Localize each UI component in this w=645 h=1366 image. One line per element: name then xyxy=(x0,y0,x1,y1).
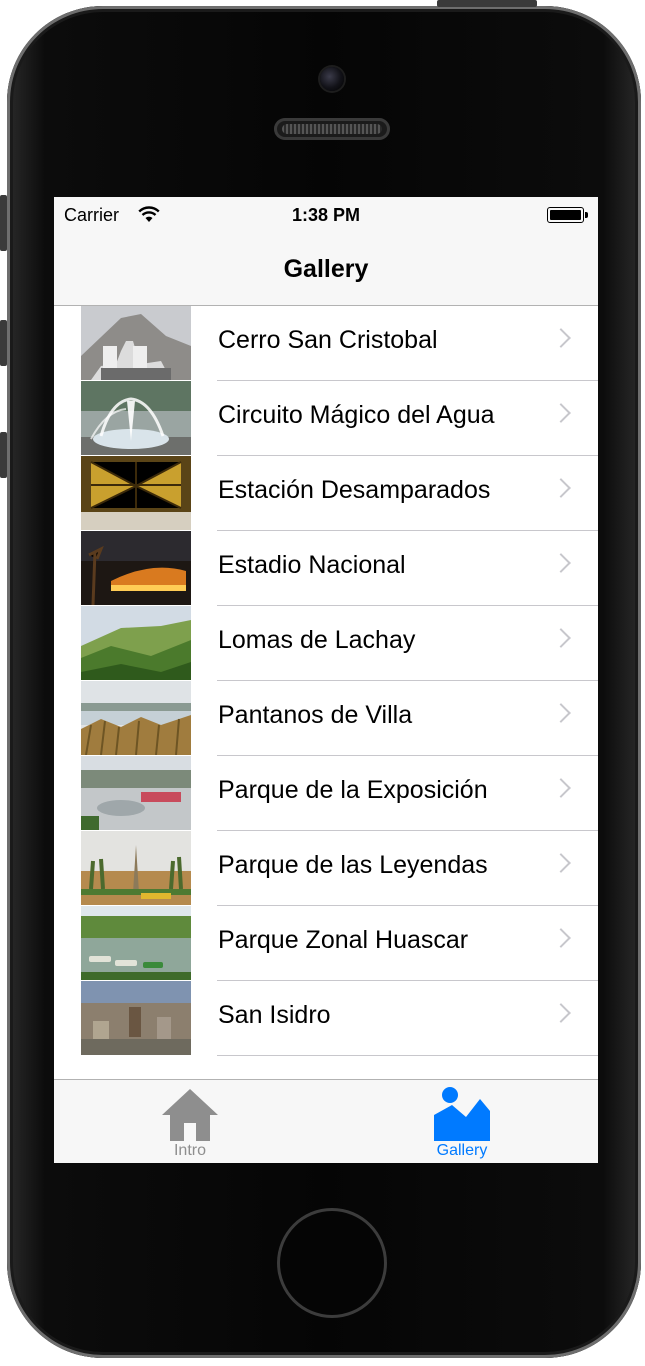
estacion-desamparados-thumbnail xyxy=(81,456,191,530)
table-row[interactable]: Parque Zonal Huascar xyxy=(54,906,598,981)
gallery-table: Cerro San Cristobal Circuito Mágico del … xyxy=(54,306,598,1056)
page-title: Gallery xyxy=(283,255,369,283)
home-icon xyxy=(162,1089,218,1141)
tab-bar: Intro Gallery xyxy=(54,1079,598,1163)
place-label: San Isidro xyxy=(218,1001,331,1029)
table-row[interactable]: Parque de las Leyendas xyxy=(54,831,598,906)
lomas-de-lachay-thumbnail xyxy=(81,606,191,680)
parque-exposicion-thumbnail xyxy=(81,756,191,830)
parque-huascar-thumbnail xyxy=(81,906,191,980)
table-row[interactable]: Circuito Mágico del Agua xyxy=(54,381,598,456)
chevron-right-icon xyxy=(551,928,571,948)
status-time: 1:38 PM xyxy=(291,205,361,225)
power-button xyxy=(437,0,537,7)
tab-label: Intro xyxy=(173,1142,206,1159)
chevron-right-icon xyxy=(551,328,571,348)
home-button[interactable] xyxy=(277,1208,387,1318)
table-row[interactable]: Estadio Nacional xyxy=(54,531,598,606)
volume-up-button xyxy=(0,320,7,366)
place-label: Pantanos de Villa xyxy=(218,701,413,729)
pantanos-de-villa-thumbnail xyxy=(81,681,191,755)
front-camera xyxy=(320,67,344,91)
status-bar: Carrier 1:38 PM xyxy=(54,197,598,235)
row-separator xyxy=(217,1055,598,1056)
chevron-right-icon xyxy=(551,853,571,873)
battery-icon xyxy=(547,207,588,223)
parque-leyendas-thumbnail xyxy=(81,831,191,905)
place-label: Lomas de Lachay xyxy=(218,626,416,654)
place-label: Estación Desamparados xyxy=(218,476,491,504)
place-label: Circuito Mágico del Agua xyxy=(218,401,495,429)
chevron-right-icon xyxy=(551,1003,571,1023)
table-row[interactable]: Parque de la Exposición xyxy=(54,756,598,831)
place-label: Parque Zonal Huascar xyxy=(218,926,469,954)
tab-gallery[interactable]: Gallery xyxy=(326,1080,598,1163)
mute-switch xyxy=(0,195,7,251)
tab-label: Gallery xyxy=(436,1142,488,1159)
chevron-right-icon xyxy=(551,778,571,798)
cerro-san-cristobal-thumbnail xyxy=(81,306,191,380)
screen: Carrier 1:38 PM Gallery Cerro San Cristo… xyxy=(54,197,598,1163)
table-row[interactable]: Cerro San Cristobal xyxy=(54,306,598,381)
chevron-right-icon xyxy=(551,553,571,573)
place-label: Parque de la Exposición xyxy=(218,776,488,804)
estadio-nacional-thumbnail xyxy=(81,531,191,605)
chevron-right-icon xyxy=(551,703,571,723)
navigation-bar: Gallery xyxy=(54,235,598,306)
table-row[interactable]: Estación Desamparados xyxy=(54,456,598,531)
san-isidro-thumbnail xyxy=(81,981,191,1055)
gallery-icon xyxy=(434,1087,490,1141)
place-label: Parque de las Leyendas xyxy=(218,851,488,879)
volume-down-button xyxy=(0,432,7,478)
place-label: Cerro San Cristobal xyxy=(218,326,438,354)
place-label: Estadio Nacional xyxy=(218,551,406,579)
table-row[interactable]: Pantanos de Villa xyxy=(54,681,598,756)
table-row[interactable]: San Isidro xyxy=(54,981,598,1056)
chevron-right-icon xyxy=(551,628,571,648)
chevron-right-icon xyxy=(551,403,571,423)
earpiece-speaker xyxy=(274,118,390,140)
table-row[interactable]: Lomas de Lachay xyxy=(54,606,598,681)
circuito-magico-thumbnail xyxy=(81,381,191,455)
tab-intro[interactable]: Intro xyxy=(54,1080,326,1163)
chevron-right-icon xyxy=(551,478,571,498)
